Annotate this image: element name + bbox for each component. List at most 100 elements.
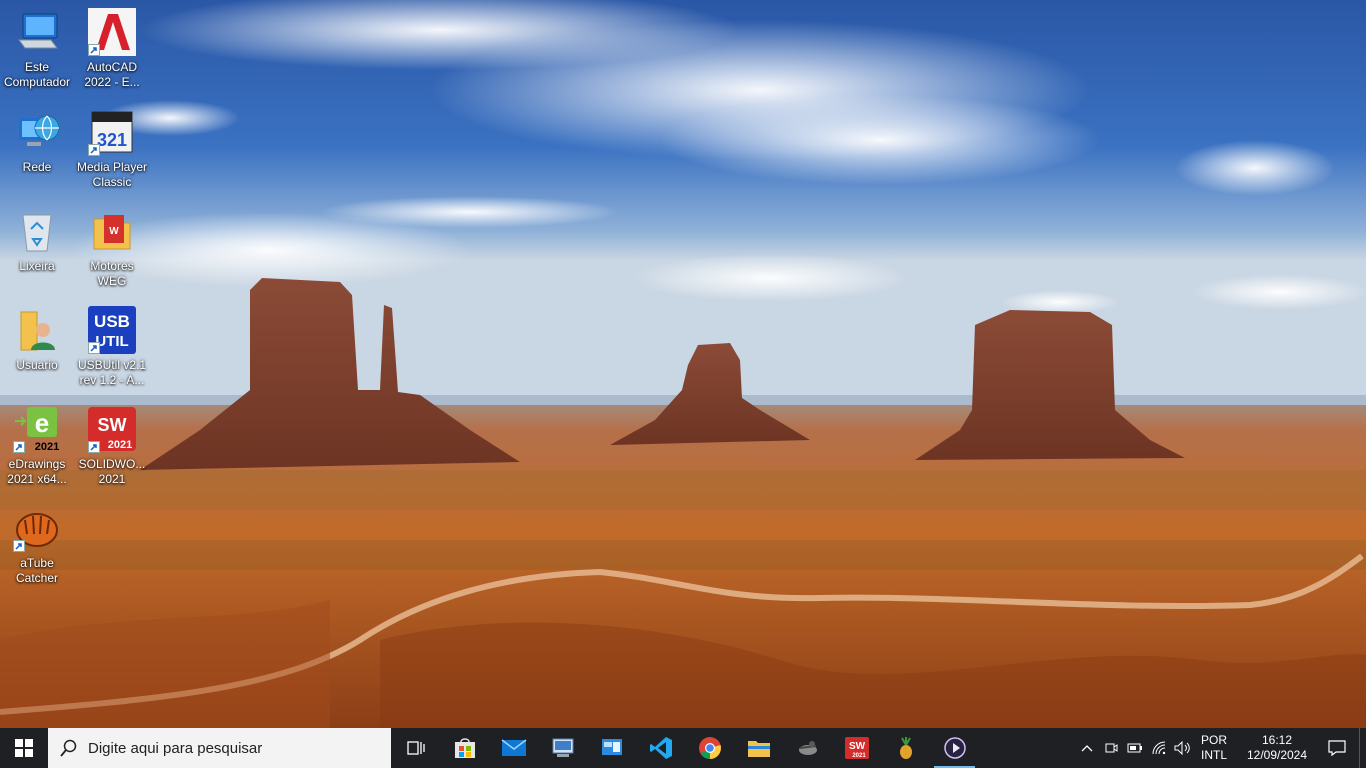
desktop-icon-motores-weg[interactable]: W Motores WEG xyxy=(75,203,149,299)
search-icon xyxy=(60,739,77,757)
system-tray: POR INTL 16:12 12/09/2024 xyxy=(1075,728,1366,768)
svg-text:W: W xyxy=(109,226,119,237)
taskbar-app-list: SW 2021 xyxy=(391,728,979,768)
svg-text:USB: USB xyxy=(94,312,130,331)
show-desktop-button[interactable] xyxy=(1359,728,1366,768)
search-placeholder: Digite aqui para pesquisar xyxy=(88,739,263,757)
notification-icon xyxy=(1328,740,1346,757)
usbutil-icon: USB UTIL xyxy=(88,306,136,354)
svg-text:2021: 2021 xyxy=(108,439,132,451)
clock-date: 12/09/2024 xyxy=(1246,748,1308,762)
media-player-classic-icon: 321 xyxy=(88,108,136,156)
svg-text:e: e xyxy=(35,408,49,438)
shortcut-arrow-icon xyxy=(13,540,25,552)
svg-text:2021: 2021 xyxy=(852,753,866,759)
taskbar-control-panel[interactable] xyxy=(587,728,636,768)
action-center-button[interactable] xyxy=(1315,728,1359,768)
shortcut-arrow-icon xyxy=(88,342,100,354)
desktop-icon-label: Motores WEG xyxy=(90,259,134,288)
desktop-icon-label: Usuario xyxy=(16,358,58,372)
tray-wifi-button[interactable] xyxy=(1147,728,1171,768)
language-code: POR xyxy=(1201,733,1228,747)
svg-text:SW: SW xyxy=(848,741,865,752)
shortcut-arrow-icon xyxy=(88,144,100,156)
desktop-wallpaper xyxy=(0,0,1366,728)
computer-icon xyxy=(13,8,61,56)
desktop-icon-network[interactable]: Rede xyxy=(0,104,74,200)
desktop-icon-label: eDrawings 2021 x64... xyxy=(7,457,67,486)
taskbar-media-player[interactable] xyxy=(930,728,979,768)
taskbar: Digite aqui para pesquisar SW 2021 POR I… xyxy=(0,728,1366,768)
solidworks-icon: SW 2021 xyxy=(844,737,869,759)
tray-battery-button[interactable] xyxy=(1123,728,1147,768)
wifi-icon xyxy=(1152,741,1166,755)
mail-icon xyxy=(501,739,526,756)
store-icon xyxy=(454,738,475,758)
desktop-icon-label: SOLIDWO... 2021 xyxy=(78,457,146,486)
tray-meet-now-button[interactable] xyxy=(1099,728,1123,768)
windows-logo-icon xyxy=(15,739,33,757)
network-icon xyxy=(13,108,61,156)
svg-text:UTIL: UTIL xyxy=(95,333,128,350)
user-folder-icon xyxy=(13,306,61,354)
desktop-icon-usbutil[interactable]: USB UTIL USBUtil v2.1 rev 1.2 - A... xyxy=(75,302,149,398)
desktop-icon-label: aTube Catcher xyxy=(15,556,59,585)
svg-text:2021: 2021 xyxy=(35,441,59,453)
shortcut-arrow-icon xyxy=(13,441,25,453)
taskbar-solidworks[interactable]: SW 2021 xyxy=(832,728,881,768)
chrome-icon xyxy=(698,737,721,759)
desktop-icon-atube-catcher[interactable]: aTube Catcher xyxy=(0,500,74,596)
meet-now-icon xyxy=(1105,743,1118,753)
taskbar-vscode[interactable] xyxy=(636,728,685,768)
media-player-icon xyxy=(943,737,966,759)
speaker-icon xyxy=(1174,741,1190,755)
desktop-icon-this-pc[interactable]: Este Computador xyxy=(0,4,74,100)
taskbar-mail[interactable] xyxy=(489,728,538,768)
desktop-icon-solidworks[interactable]: SW 2021 SOLIDWO... 2021 xyxy=(75,401,149,497)
desktop-icon-autocad[interactable]: A AutoCAD 2022 - E... xyxy=(75,4,149,100)
desktop-icon-label: USBUtil v2.1 rev 1.2 - A... xyxy=(77,358,147,387)
taskbar-pineapple-app[interactable] xyxy=(881,728,930,768)
remote-desktop-icon xyxy=(552,738,573,757)
desktop-icon-user-folder[interactable]: Usuario xyxy=(0,302,74,398)
taskbar-remote-desktop[interactable] xyxy=(538,728,587,768)
vscode-icon xyxy=(649,737,672,759)
taskbar-clock[interactable]: 16:12 12/09/2024 xyxy=(1239,733,1315,763)
pineapple-icon xyxy=(899,737,912,759)
recycle-bin-icon xyxy=(13,207,61,255)
taskbar-file-explorer[interactable] xyxy=(734,728,783,768)
desktop-icon-label: Este Computador xyxy=(3,60,71,89)
show-hidden-icons-button[interactable] xyxy=(1075,728,1099,768)
taskbar-microsoft-store[interactable] xyxy=(440,728,489,768)
control-panel-icon xyxy=(601,739,622,755)
chevron-up-icon xyxy=(1081,745,1093,752)
clock-time: 16:12 xyxy=(1261,733,1293,747)
desktop-icon-media-player-classic[interactable]: 321 Media Player Classic xyxy=(75,104,149,200)
atube-catcher-icon xyxy=(13,504,61,552)
desktop-icon-recycle-bin[interactable]: Lixeira xyxy=(0,203,74,299)
start-button[interactable] xyxy=(0,728,48,768)
desktop-icon-label: Media Player Classic xyxy=(76,160,148,189)
taskbar-chrome[interactable] xyxy=(685,728,734,768)
edrawings-icon: e 2021 xyxy=(13,405,61,453)
shortcut-arrow-icon xyxy=(88,441,100,453)
taskbar-cheat-engine[interactable] xyxy=(783,728,832,768)
autocad-icon: A xyxy=(88,8,136,56)
battery-icon xyxy=(1127,743,1142,753)
weg-folder-icon: W xyxy=(88,207,136,255)
folder-icon xyxy=(747,741,770,757)
desktop-icon-label: AutoCAD 2022 - E... xyxy=(84,60,140,89)
solidworks-icon: SW 2021 xyxy=(88,405,136,453)
taskbar-task-view[interactable] xyxy=(391,728,440,768)
tray-volume-button[interactable] xyxy=(1171,728,1195,768)
task-view-icon xyxy=(406,741,425,755)
shortcut-arrow-icon xyxy=(88,44,100,56)
keyboard-layout: INTL xyxy=(1201,748,1228,762)
input-language-indicator[interactable]: POR INTL xyxy=(1201,733,1239,763)
svg-text:SW: SW xyxy=(98,415,127,435)
desktop-icon-edrawings[interactable]: e 2021 eDrawings 2021 x64... xyxy=(0,401,74,497)
cheat-engine-icon xyxy=(798,741,817,755)
svg-text:321: 321 xyxy=(97,130,127,150)
taskbar-search-box[interactable]: Digite aqui para pesquisar xyxy=(48,728,391,768)
desktop-icon-label: Lixeira xyxy=(19,259,55,273)
